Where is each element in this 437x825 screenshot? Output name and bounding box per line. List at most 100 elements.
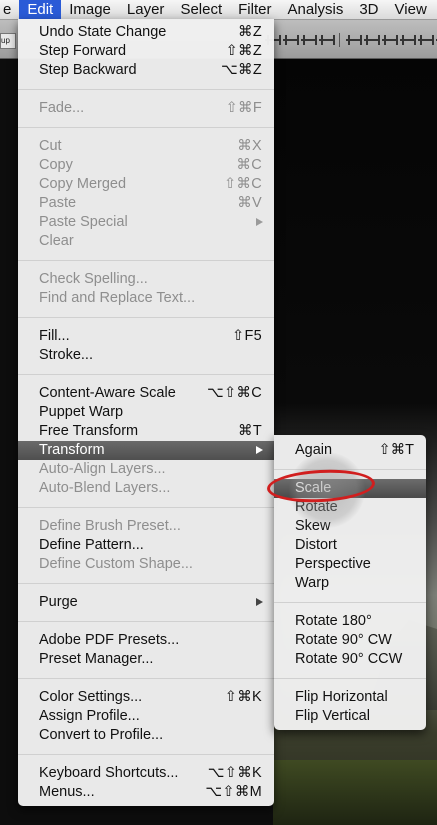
submenu-item-again[interactable]: Again ⇧⌘T	[274, 441, 426, 460]
menu-item-label: Step Backward	[39, 62, 137, 78]
menu-item-fade[interactable]: Fade... ⇧⌘F	[18, 99, 274, 118]
menu-filter[interactable]: Filter	[230, 0, 279, 19]
menu-item-cut[interactable]: Cut ⌘X	[18, 137, 274, 156]
menu-item-puppet-warp[interactable]: Puppet Warp	[18, 403, 274, 422]
menu-item-label: Paste Special	[39, 214, 128, 230]
menu-separator	[274, 678, 426, 679]
menu-item-label: Menus...	[39, 784, 95, 800]
menu-view[interactable]: View	[387, 0, 435, 19]
menu-separator	[18, 260, 274, 261]
menu-item-label: Again	[295, 442, 333, 458]
menu-item-pdf-presets[interactable]: Adobe PDF Presets...	[18, 631, 274, 650]
menu-item-transform[interactable]: Transform	[18, 441, 274, 460]
menu-item-shortcut: ⌥⇧⌘C	[206, 385, 262, 401]
menu-image[interactable]: Image	[61, 0, 119, 19]
menu-item-purge[interactable]: Purge	[18, 593, 274, 612]
menu-item-color-settings[interactable]: Color Settings... ⇧⌘K	[18, 688, 274, 707]
menu-item-paste[interactable]: Paste ⌘V	[18, 194, 274, 213]
submenu-item-rotate-90-cw[interactable]: Rotate 90° CW	[274, 631, 426, 650]
menu-item-label: Fill...	[39, 328, 70, 344]
menu-item-paste-special[interactable]: Paste Special	[18, 213, 274, 232]
menu-3d[interactable]: 3D	[351, 0, 386, 19]
menu-item-label: Content-Aware Scale	[39, 385, 176, 401]
menu-item-copy-merged[interactable]: Copy Merged ⇧⌘C	[18, 175, 274, 194]
menu-item-undo[interactable]: Undo State Change ⌘Z	[18, 23, 274, 42]
menu-item-find-replace[interactable]: Find and Replace Text...	[18, 289, 274, 308]
distribute-left-icon[interactable]	[400, 33, 416, 47]
menu-item-label: Transform	[39, 442, 105, 458]
menu-layer[interactable]: Layer	[119, 0, 173, 19]
menu-select[interactable]: Select	[172, 0, 230, 19]
menu-item-step-forward[interactable]: Step Forward ⇧⌘Z	[18, 42, 274, 61]
menu-item-preset-manager[interactable]: Preset Manager...	[18, 650, 274, 669]
menu-analysis[interactable]: Analysis	[279, 0, 351, 19]
menu-item-step-backward[interactable]: Step Backward ⌥⌘Z	[18, 61, 274, 80]
menu-item-label: Copy Merged	[39, 176, 127, 192]
submenu-item-warp[interactable]: Warp	[274, 574, 426, 593]
transform-submenu: Again ⇧⌘T Scale Rotate Skew Distort Persp…	[274, 435, 426, 730]
menu-separator	[18, 621, 274, 622]
distribute-center-icon[interactable]	[364, 33, 380, 47]
options-field[interactable]: up	[0, 33, 16, 49]
menu-item-label: Paste	[39, 195, 77, 211]
menu-item-define-pattern[interactable]: Define Pattern...	[18, 536, 274, 555]
menu-item-label: Stroke...	[39, 347, 93, 363]
menu-item-menus[interactable]: Menus... ⌥⇧⌘M	[18, 783, 274, 802]
menu-item-label: Define Brush Preset...	[39, 518, 181, 534]
menu-item-check-spelling[interactable]: Check Spelling...	[18, 270, 274, 289]
menu-edit[interactable]: Edit	[19, 0, 62, 19]
menu-item-define-brush[interactable]: Define Brush Preset...	[18, 517, 274, 536]
menu-separator	[18, 89, 274, 90]
submenu-item-distort[interactable]: Distort	[274, 536, 426, 555]
menu-separator	[18, 583, 274, 584]
distribute-hcenter-icon[interactable]	[418, 33, 434, 47]
menu-item-label: Keyboard Shortcuts...	[39, 765, 179, 781]
distribute-bottom-icon[interactable]	[382, 33, 398, 47]
menu-item-shortcut: ⌥⇧⌘K	[207, 765, 262, 781]
menu-item-label: Auto-Blend Layers...	[39, 480, 171, 496]
menu-item-assign-profile[interactable]: Assign Profile...	[18, 707, 274, 726]
submenu-item-rotate-180[interactable]: Rotate 180°	[274, 612, 426, 631]
menu-item-label: Puppet Warp	[39, 404, 124, 420]
menu-item-shortcut: ⌘Z	[238, 24, 262, 40]
menu-item-label: Flip Vertical	[295, 708, 370, 724]
submenu-item-scale[interactable]: Scale	[274, 479, 426, 498]
menu-item-stroke[interactable]: Stroke...	[18, 346, 274, 365]
menu-item-label: Clear	[39, 233, 74, 249]
menu-item-label: Flip Horizontal	[295, 689, 388, 705]
menu-item-shortcut: ⇧⌘K	[224, 689, 262, 705]
menu-item-label: Fade...	[39, 100, 85, 116]
menu-item-auto-blend[interactable]: Auto-Blend Layers...	[18, 479, 274, 498]
menu-item-free-transform[interactable]: Free Transform ⌘T	[18, 422, 274, 441]
menu-item-label: Purge	[39, 594, 78, 610]
menu-item-keyboard-shortcuts[interactable]: Keyboard Shortcuts... ⌥⇧⌘K	[18, 764, 274, 783]
menu-item-convert-profile[interactable]: Convert to Profile...	[18, 726, 274, 745]
submenu-item-skew[interactable]: Skew	[274, 517, 426, 536]
menu-prev-item[interactable]: e	[0, 0, 19, 19]
menu-item-define-shape[interactable]: Define Custom Shape...	[18, 555, 274, 574]
menu-item-label: Define Custom Shape...	[39, 556, 193, 572]
menu-item-shortcut: ⇧F5	[232, 328, 262, 344]
menu-item-auto-align[interactable]: Auto-Align Layers...	[18, 460, 274, 479]
distribute-top-icon[interactable]	[346, 33, 362, 47]
menu-item-copy[interactable]: Copy ⌘C	[18, 156, 274, 175]
menu-item-shortcut: ⌥⇧⌘M	[205, 784, 262, 800]
menu-separator	[18, 754, 274, 755]
menu-item-label: Define Pattern...	[39, 537, 144, 553]
align-bottom-icon[interactable]	[301, 33, 317, 47]
submenu-item-rotate[interactable]: Rotate	[274, 498, 426, 517]
menu-item-shortcut: ⌘V	[237, 195, 262, 211]
align-left-icon[interactable]	[319, 33, 335, 47]
submenu-item-flip-vertical[interactable]: Flip Vertical	[274, 707, 426, 726]
menu-item-label: Skew	[295, 518, 331, 534]
menu-item-shortcut: ⌥⌘Z	[221, 62, 262, 78]
submenu-item-rotate-90-ccw[interactable]: Rotate 90° CCW	[274, 650, 426, 669]
menu-item-content-aware-scale[interactable]: Content-Aware Scale ⌥⇧⌘C	[18, 384, 274, 403]
menu-item-clear[interactable]: Clear	[18, 232, 274, 251]
background-foreground	[273, 760, 437, 825]
menu-item-label: Copy	[39, 157, 73, 173]
align-vertical-center-icon[interactable]	[283, 33, 299, 47]
submenu-item-perspective[interactable]: Perspective	[274, 555, 426, 574]
submenu-item-flip-horizontal[interactable]: Flip Horizontal	[274, 688, 426, 707]
menu-item-fill[interactable]: Fill... ⇧F5	[18, 327, 274, 346]
